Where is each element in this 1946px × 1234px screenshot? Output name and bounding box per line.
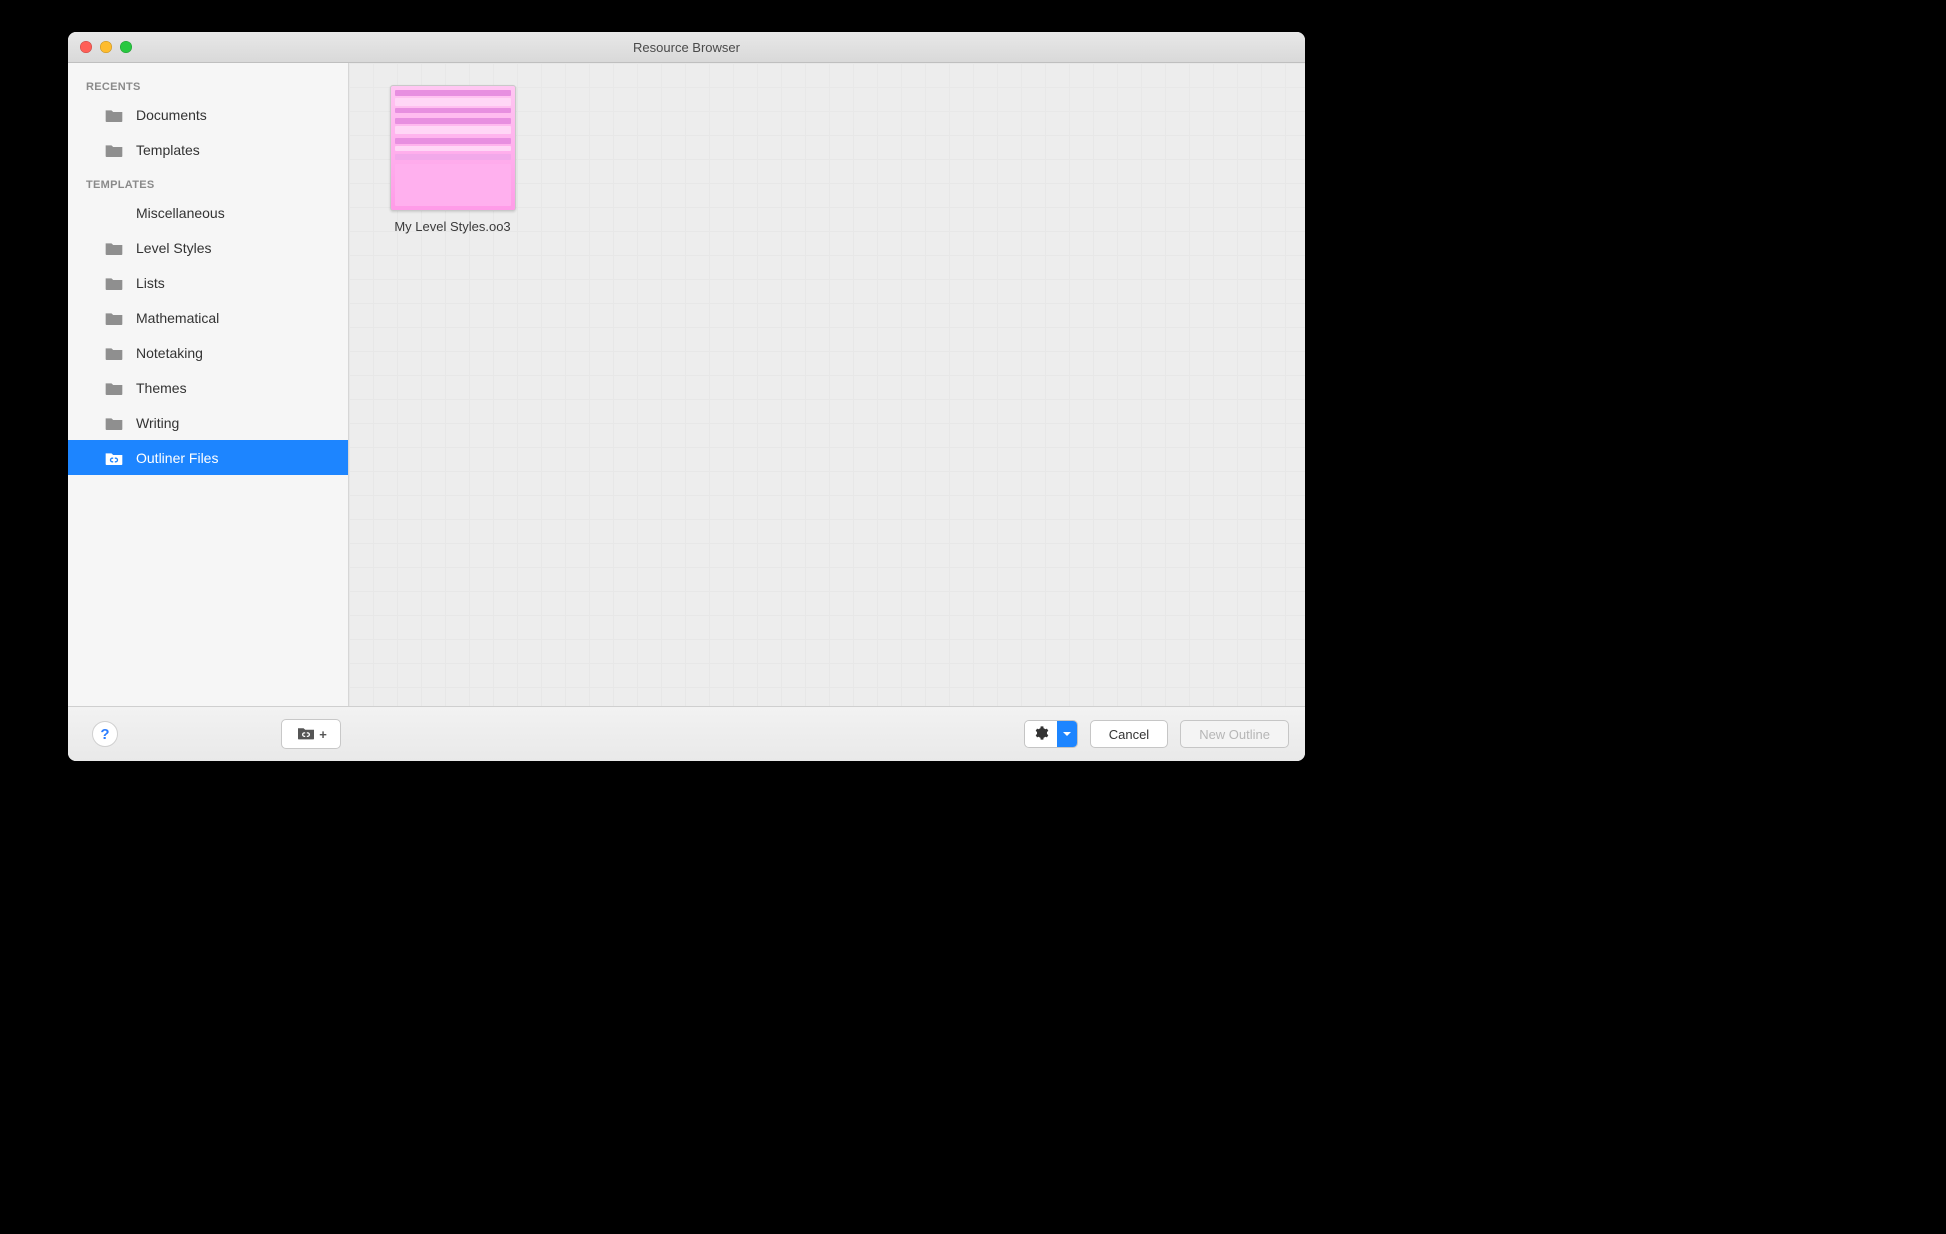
sidebar-section-header: RECENTS bbox=[68, 69, 348, 97]
folder-icon bbox=[104, 275, 124, 291]
sidebar-item-label: Documents bbox=[136, 107, 207, 123]
folder-icon bbox=[104, 380, 124, 396]
sidebar-item-label: Templates bbox=[136, 142, 200, 158]
cancel-button[interactable]: Cancel bbox=[1090, 720, 1168, 748]
sidebar-item-outliner-files[interactable]: Outliner Files bbox=[68, 440, 348, 475]
minimize-window-button[interactable] bbox=[100, 41, 112, 53]
file-item[interactable]: My Level Styles.oo3 bbox=[375, 85, 530, 234]
sidebar-item-notetaking[interactable]: Notetaking bbox=[68, 335, 348, 370]
file-name-label: My Level Styles.oo3 bbox=[375, 219, 530, 234]
sidebar-item-mathematical[interactable]: Mathematical bbox=[68, 300, 348, 335]
button-label: Cancel bbox=[1109, 727, 1149, 742]
sidebar-item-label: Themes bbox=[136, 380, 187, 396]
file-thumbnail bbox=[390, 85, 516, 211]
folder-icon bbox=[104, 142, 124, 158]
sidebar-item-level-styles[interactable]: Level Styles bbox=[68, 230, 348, 265]
sidebar-item-label: Writing bbox=[136, 415, 179, 431]
gear-icon bbox=[1033, 725, 1049, 744]
sidebar-item-label: Lists bbox=[136, 275, 165, 291]
window-title: Resource Browser bbox=[68, 40, 1305, 55]
titlebar: Resource Browser bbox=[68, 32, 1305, 63]
sidebar-item-label: Notetaking bbox=[136, 345, 203, 361]
sidebar: RECENTS Documents Templates TEMPLATES bbox=[68, 63, 349, 706]
sidebar-item-templates[interactable]: Templates bbox=[68, 132, 348, 167]
close-window-button[interactable] bbox=[80, 41, 92, 53]
action-menu-button[interactable] bbox=[1024, 720, 1078, 748]
sidebar-item-label: Mathematical bbox=[136, 310, 219, 326]
window-controls bbox=[80, 41, 132, 53]
folder-icon bbox=[104, 415, 124, 431]
zoom-window-button[interactable] bbox=[120, 41, 132, 53]
sidebar-item-lists[interactable]: Lists bbox=[68, 265, 348, 300]
button-label: New Outline bbox=[1199, 727, 1270, 742]
linked-folder-icon bbox=[104, 450, 124, 466]
sidebar-item-miscellaneous[interactable]: Miscellaneous bbox=[68, 195, 348, 230]
chevron-down-icon bbox=[1062, 727, 1072, 742]
add-linked-folder-button[interactable]: + bbox=[281, 719, 341, 749]
folder-icon bbox=[104, 107, 124, 123]
content-area[interactable]: My Level Styles.oo3 bbox=[349, 63, 1305, 706]
plus-icon: + bbox=[319, 727, 327, 742]
folder-icon bbox=[104, 240, 124, 256]
new-outline-button: New Outline bbox=[1180, 720, 1289, 748]
linked-folder-icon bbox=[295, 725, 317, 744]
resource-browser-window: Resource Browser RECENTS Documents Templ… bbox=[68, 32, 1305, 761]
footer-toolbar: ? + bbox=[68, 706, 1305, 761]
sidebar-section-header: TEMPLATES bbox=[68, 167, 348, 195]
sidebar-item-writing[interactable]: Writing bbox=[68, 405, 348, 440]
help-button[interactable]: ? bbox=[92, 721, 118, 747]
sidebar-item-documents[interactable]: Documents bbox=[68, 97, 348, 132]
sidebar-item-label: Miscellaneous bbox=[136, 205, 225, 221]
help-icon: ? bbox=[100, 726, 109, 743]
sidebar-item-themes[interactable]: Themes bbox=[68, 370, 348, 405]
sidebar-item-label: Outliner Files bbox=[136, 450, 218, 466]
folder-icon bbox=[104, 310, 124, 326]
sidebar-item-label: Level Styles bbox=[136, 240, 211, 256]
folder-icon bbox=[104, 345, 124, 361]
